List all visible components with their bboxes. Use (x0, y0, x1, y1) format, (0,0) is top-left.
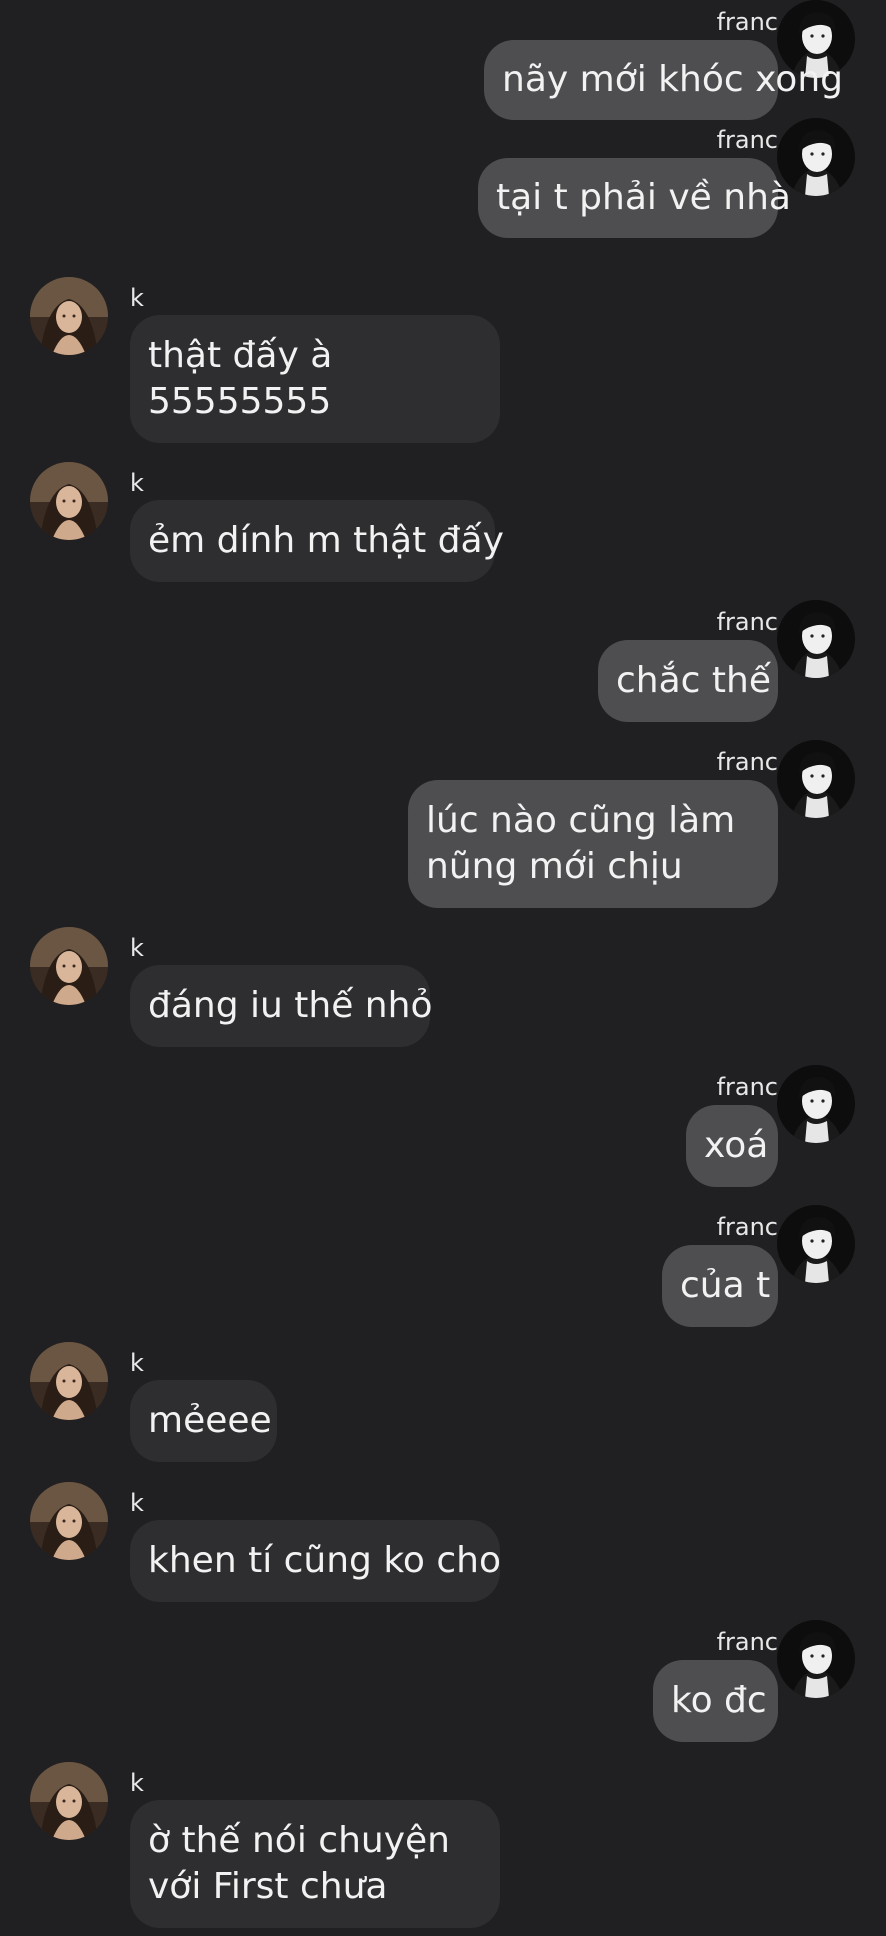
sender-name: k (130, 1769, 144, 1797)
message-bubble[interactable]: chắc thế (598, 640, 778, 722)
message-bubble[interactable]: của t (662, 1245, 778, 1327)
avatar-k-icon[interactable] (30, 1482, 108, 1560)
incoming-message: k khen tí cũng ko cho (0, 1480, 886, 1610)
message-text: của t (680, 1265, 771, 1306)
outgoing-message: franc lúc nào cũng làm nũng mới chịu (0, 740, 886, 916)
sender-name: k (130, 1349, 144, 1377)
sender-name: k (130, 934, 144, 962)
message-text: ko đc (671, 1680, 767, 1721)
sender-name: franc (716, 126, 778, 154)
outgoing-message: franc ko đc (0, 1620, 886, 1750)
message-bubble[interactable]: lúc nào cũng làm nũng mới chịu (408, 780, 778, 908)
avatar-franc-icon[interactable] (777, 600, 855, 678)
message-text: tại t phải về nhà (496, 177, 791, 218)
message-bubble[interactable]: xoá (686, 1105, 778, 1187)
message-bubble[interactable]: khen tí cũng ko cho (130, 1520, 502, 1602)
sender-name: franc (716, 1073, 778, 1101)
incoming-message: k ẻm dính m thật đấy (0, 460, 886, 590)
message-text: xoá (704, 1125, 769, 1166)
sender-name: franc (716, 608, 778, 636)
message-text: nãy mới khóc xong (502, 59, 843, 100)
incoming-message: k thật đấy à 55555555 (0, 275, 886, 451)
message-bubble[interactable]: nãy mới khóc xong (484, 40, 843, 120)
outgoing-message: franc chắc thế (0, 600, 886, 730)
message-text: nũng mới chịu (426, 846, 683, 887)
message-text: ẻm dính m thật đấy (148, 520, 504, 561)
avatar-franc-icon[interactable] (777, 1065, 855, 1143)
message-bubble[interactable]: ko đc (653, 1660, 778, 1742)
message-text: 55555555 (148, 381, 332, 422)
message-text: thật đấy à (148, 335, 333, 376)
avatar-k-icon[interactable] (30, 927, 108, 1005)
incoming-message: k mẻeee (0, 1340, 886, 1470)
message-bubble[interactable]: tại t phải về nhà (478, 158, 791, 238)
message-bubble[interactable]: đáng iu thế nhỏ (130, 965, 433, 1047)
incoming-message: k đáng iu thế nhỏ (0, 925, 886, 1055)
message-bubble[interactable]: ờ thế nói chuyện với First chưa (130, 1800, 500, 1928)
message-text: với First chưa (148, 1866, 388, 1907)
message-bubble[interactable]: ẻm dính m thật đấy (130, 500, 504, 582)
message-text: mẻeee (148, 1400, 272, 1441)
avatar-franc-icon[interactable] (777, 1205, 855, 1283)
avatar-franc-icon[interactable] (777, 1620, 855, 1698)
outgoing-message: franc của t (0, 1205, 886, 1335)
message-text: lúc nào cũng làm (426, 800, 736, 841)
outgoing-message: franc xoá (0, 1065, 886, 1195)
avatar-k-icon[interactable] (30, 1342, 108, 1420)
message-text: đáng iu thế nhỏ (148, 985, 433, 1026)
sender-name: franc (716, 748, 778, 776)
sender-name: franc (716, 8, 778, 36)
outgoing-message: franc tại t phải về nhà (0, 118, 886, 246)
incoming-message: kờ thế nói chuyện với First chưa (0, 1760, 886, 1936)
avatar-k-icon[interactable] (30, 277, 108, 355)
sender-name: k (130, 1489, 144, 1517)
sender-name: franc (716, 1628, 778, 1656)
message-text: ờ thế nói chuyện (148, 1820, 450, 1861)
sender-name: k (130, 469, 144, 497)
sender-name: k (130, 284, 144, 312)
message-text: khen tí cũng ko cho (148, 1540, 502, 1581)
chat-thread: franc nãy mới khóc xong franc tại t phải về… (0, 0, 886, 1928)
message-bubble[interactable]: mẻeee (130, 1380, 277, 1462)
message-text: chắc thế (616, 660, 771, 701)
avatar-k-icon[interactable] (30, 462, 108, 540)
avatar-k-icon[interactable] (30, 1762, 108, 1840)
sender-name: franc (716, 1213, 778, 1241)
message-bubble[interactable]: thật đấy à 55555555 (130, 315, 500, 443)
avatar-franc-icon[interactable] (777, 740, 855, 818)
outgoing-message: franc nãy mới khóc xong (0, 0, 886, 128)
